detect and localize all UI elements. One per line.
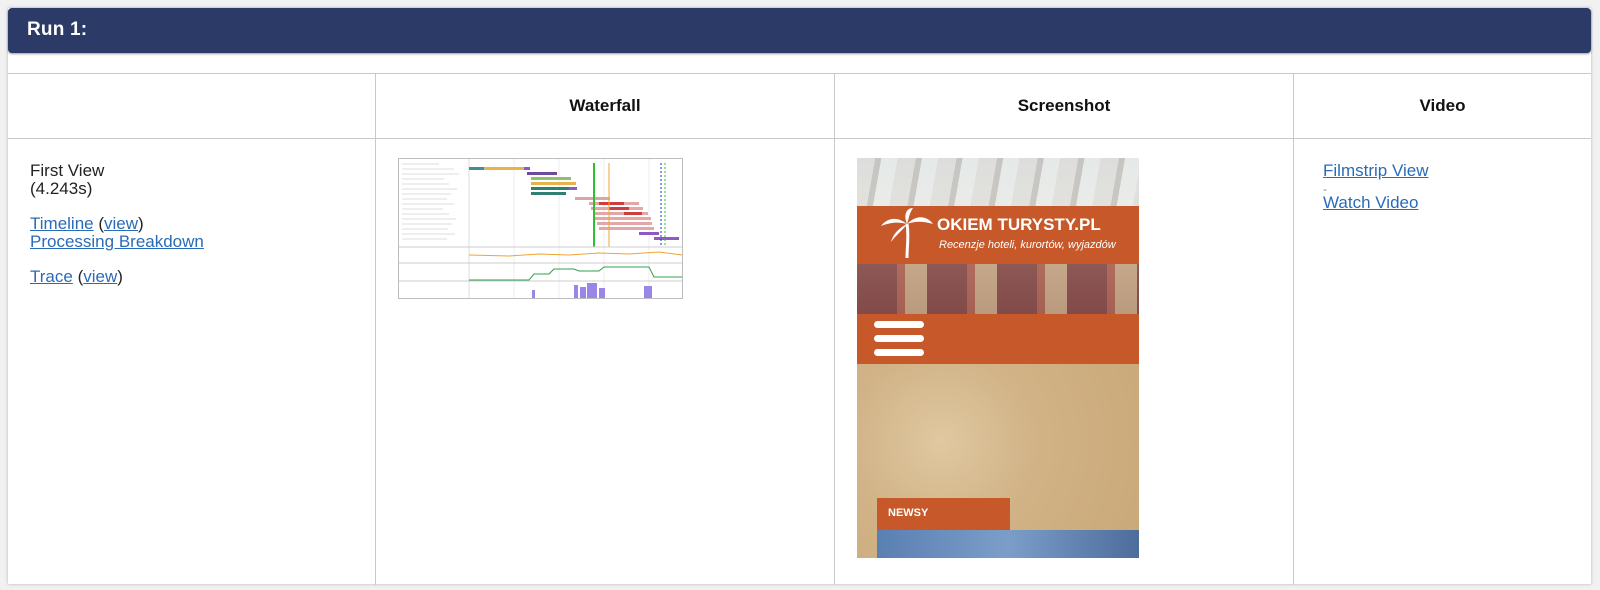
hamburger-icon [874, 335, 924, 342]
screenshot-thumbnail[interactable]: OKIEM TURYSTY.PL Recenzje hoteli, kurort… [857, 158, 1139, 558]
processing-breakdown-link[interactable]: Processing Breakdown [30, 232, 204, 251]
news-photo [877, 530, 1139, 558]
news-label: NEWSY [877, 498, 1010, 530]
site-tagline: Recenzje hoteli, kurortów, wyjazdów [939, 239, 1116, 251]
column-header-video: Video [1419, 96, 1466, 115]
video-cell: Filmstrip View - Watch Video [1323, 162, 1428, 212]
sunbeds-photo [857, 264, 1139, 320]
site-logo-band: OKIEM TURYSTY.PL Recenzje hoteli, kurort… [857, 206, 1139, 264]
filmstrip-view-link[interactable]: Filmstrip View [1323, 161, 1428, 180]
timeline-view-link[interactable]: view [104, 214, 138, 233]
site-menu-band [857, 314, 1139, 364]
column-divider [834, 74, 835, 585]
first-view-time: (4.243s) [30, 179, 93, 198]
site-brand: OKIEM TURYSTY.PL [937, 215, 1101, 234]
hamburger-icon [874, 321, 924, 328]
timeline-link[interactable]: Timeline [30, 214, 94, 233]
run-header: Run 1: [8, 8, 1591, 53]
paren-close: ) [117, 267, 123, 286]
canopy-image [857, 158, 1139, 206]
hamburger-icon [874, 349, 924, 356]
palm-tree-icon [881, 208, 933, 259]
trace-view-link[interactable]: view [83, 267, 117, 286]
waterfall-thumbnail[interactable] [398, 158, 683, 299]
results-table: Waterfall Screenshot Video First View (4… [8, 73, 1591, 585]
run-title: Run 1: [27, 19, 88, 40]
run-panel: Run 1: Waterfall Screenshot Video First … [8, 8, 1591, 585]
first-view-cell: First View (4.243s) Timeline (view) Proc… [30, 162, 204, 286]
news-label-text: NEWSY [888, 507, 929, 519]
header-divider [8, 138, 1591, 139]
watch-video-link[interactable]: Watch Video [1323, 193, 1418, 212]
trace-link[interactable]: Trace [30, 267, 73, 286]
column-divider [375, 74, 376, 585]
column-header-waterfall: Waterfall [569, 96, 641, 115]
column-divider [1293, 74, 1294, 585]
column-header-screenshot: Screenshot [1017, 96, 1111, 115]
waterfall-chart-image [399, 159, 682, 298]
paren-close: ) [138, 214, 144, 233]
first-view-label: First View [30, 161, 105, 180]
